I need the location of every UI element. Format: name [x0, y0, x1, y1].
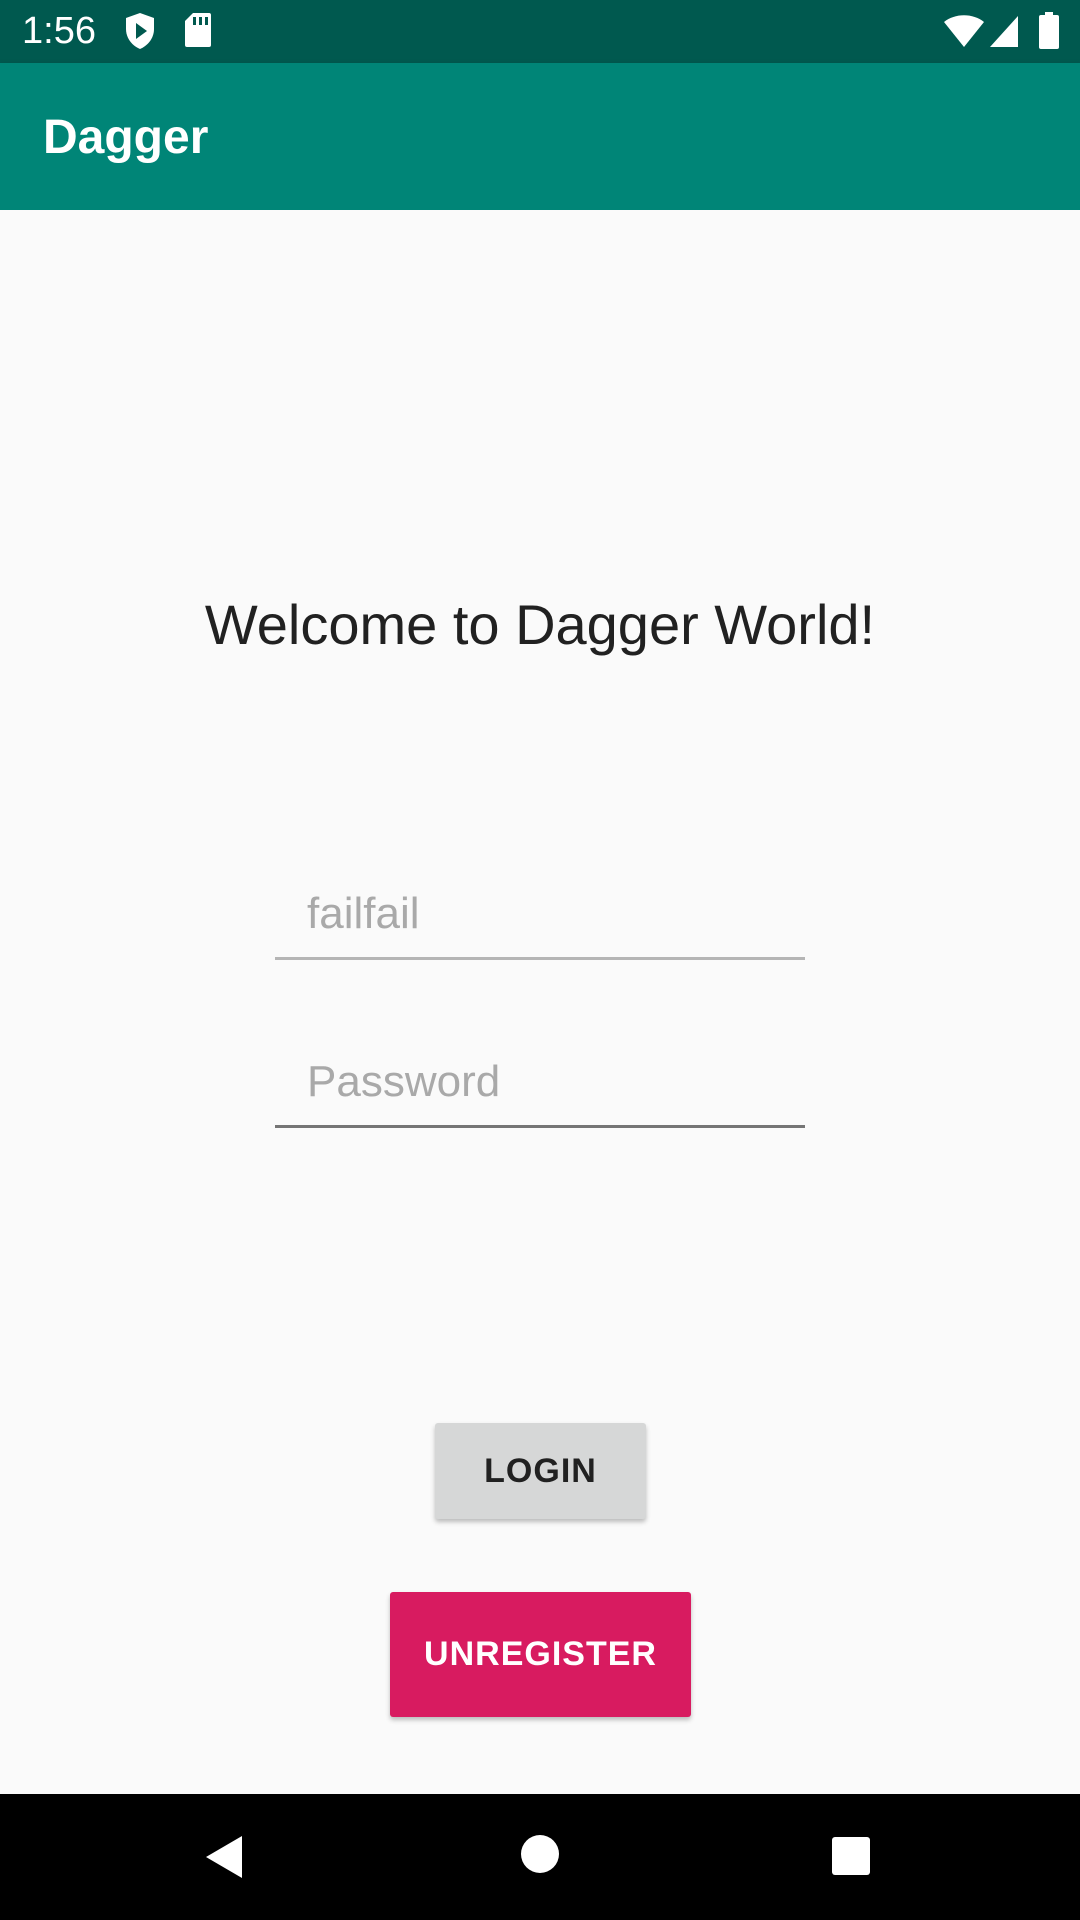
username-input[interactable] — [275, 870, 805, 958]
status-bar: 1:56 — [0, 0, 1080, 63]
cell-signal-icon — [990, 16, 1018, 47]
unregister-button[interactable]: UNREGISTER — [390, 1592, 691, 1717]
password-underline — [275, 1125, 805, 1128]
shield-play-icon — [126, 13, 154, 49]
login-button[interactable]: LOGIN — [435, 1423, 646, 1519]
recents-icon[interactable] — [831, 1836, 871, 1876]
home-icon[interactable] — [520, 1834, 560, 1874]
username-underline — [275, 957, 805, 960]
password-input[interactable] — [275, 1038, 805, 1126]
login-screen: Welcome to Dagger World! — [0, 210, 1080, 1794]
password-field-container — [275, 1038, 805, 1128]
welcome-heading: Welcome to Dagger World! — [204, 593, 876, 656]
app-title: Dagger — [43, 111, 209, 164]
navigation-bar — [0, 1794, 1080, 1920]
back-icon[interactable] — [204, 1834, 244, 1880]
app-bar: Dagger — [0, 63, 1080, 210]
wifi-icon — [944, 15, 984, 47]
status-time: 1:56 — [22, 10, 96, 52]
sd-card-icon — [185, 13, 211, 47]
battery-icon — [1039, 12, 1059, 49]
username-field-container — [275, 870, 805, 960]
